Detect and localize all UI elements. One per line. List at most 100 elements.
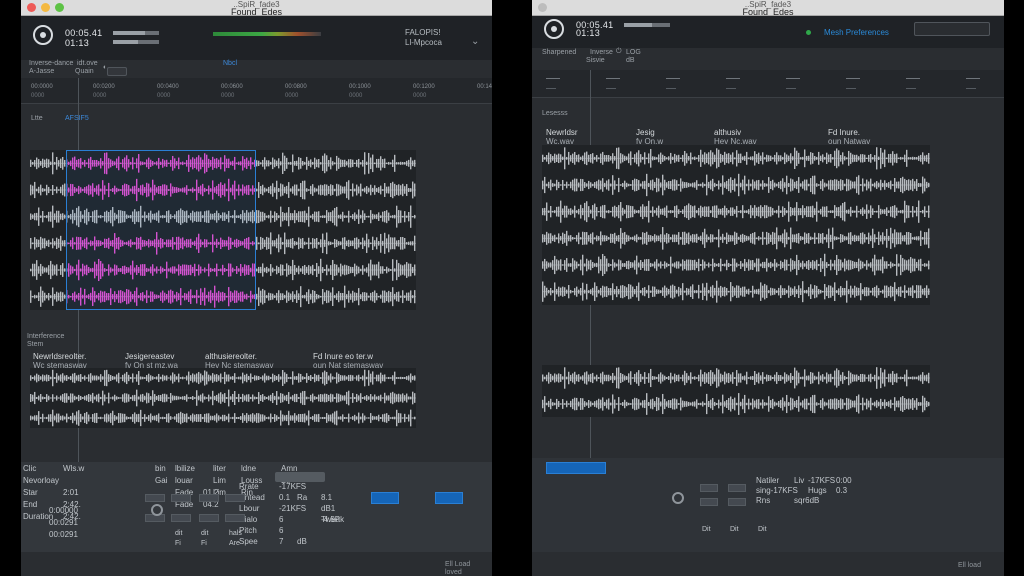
effect-button[interactable]: hals	[229, 530, 242, 537]
panel-slot-4[interactable]	[728, 498, 746, 506]
dit-button-1[interactable]: Dit	[702, 526, 711, 533]
tab-active-button[interactable]	[546, 462, 606, 474]
waveform-bar	[618, 397, 620, 411]
apply-button-2[interactable]	[435, 492, 463, 504]
panel-slot[interactable]	[199, 514, 219, 522]
dit-button-2[interactable]: Dit	[730, 526, 739, 533]
waveform-bar	[806, 289, 808, 294]
timeline-ruler-right[interactable]	[532, 70, 1004, 98]
waveform-lane-lower-right[interactable]	[542, 365, 930, 417]
waveform-bar	[376, 187, 378, 193]
waveform-lane-upper-right[interactable]	[542, 145, 930, 305]
track-name[interactable]: Newrldsreolter.	[33, 352, 86, 361]
waveform-bar	[192, 396, 194, 400]
waveform-bar	[330, 241, 332, 245]
selection-region[interactable]	[66, 150, 256, 310]
control-label-1[interactable]: Inverse-dance	[29, 60, 73, 67]
panel-slot[interactable]	[171, 494, 191, 502]
panel-slot[interactable]	[145, 494, 165, 502]
waveform-bar	[342, 293, 344, 301]
panel-slot-3[interactable]	[700, 498, 718, 506]
waveform-bar	[352, 266, 354, 274]
waveform-bar	[654, 261, 656, 269]
track-name-right[interactable]: Jesig	[636, 128, 655, 137]
waveform-bar	[280, 293, 282, 301]
highlight-label[interactable]: Nbcl	[223, 60, 237, 67]
track-name[interactable]: althusiereolter.	[205, 352, 257, 361]
waveform-bar	[728, 290, 730, 293]
waveform-bar	[266, 215, 268, 218]
waveform-bar	[204, 413, 206, 423]
waveform-bar	[284, 269, 286, 271]
waveform-lane-lower[interactable]	[30, 368, 416, 428]
waveform-bar	[320, 377, 322, 379]
waveform-lane-upper[interactable]	[30, 150, 416, 310]
waveform-bar	[774, 210, 776, 213]
waveform-bar	[840, 205, 842, 218]
waveform-bar	[622, 285, 624, 299]
waveform-bar	[140, 394, 142, 402]
effect-button[interactable]: Are	[229, 540, 240, 547]
panel-slot[interactable]	[225, 494, 245, 502]
control-label-4[interactable]: Quain	[75, 68, 94, 75]
effect-button[interactable]: dit	[201, 530, 208, 537]
track-name-right[interactable]: althusiv	[714, 128, 741, 137]
panel-slot-1[interactable]	[700, 484, 718, 492]
waveform-bar	[304, 294, 306, 299]
mode-pill[interactable]	[107, 67, 127, 76]
waveform-bar	[398, 240, 400, 247]
effect-button[interactable]: dit	[175, 530, 182, 537]
track-name[interactable]: Jesigereastev	[125, 352, 174, 361]
waveform-bar	[284, 186, 286, 194]
power-icon[interactable]: ⏻	[616, 48, 622, 56]
clip-field-time: 00:0291	[49, 518, 78, 527]
waveform-bar	[668, 263, 670, 267]
dit-button-3[interactable]: Dit	[758, 526, 767, 533]
effect-tab-group[interactable]	[275, 472, 325, 482]
control-label-3[interactable]: A-Jasse	[29, 68, 54, 75]
control-label-right-3[interactable]: LOG	[626, 49, 641, 56]
waveform-bar	[374, 185, 376, 195]
control-label-2[interactable]: idt.ove	[77, 60, 98, 67]
waveform-bar	[320, 239, 322, 248]
waveform-bar	[682, 259, 684, 271]
chevron-down-icon[interactable]: ⌄	[471, 36, 479, 47]
waveform-bar	[392, 259, 394, 281]
panel-slot[interactable]	[171, 514, 191, 522]
apply-button-1[interactable]	[371, 492, 399, 504]
waveform-bar	[42, 266, 44, 274]
waveform-bar	[858, 375, 860, 381]
waveform-bar	[778, 181, 780, 189]
control-label-right-5[interactable]: dB	[626, 57, 635, 64]
timeline-ruler[interactable]: 00:0000 00:0200 00:0400 00:0600 00:0800 00:10…	[21, 78, 492, 104]
waveform-bar	[560, 154, 562, 163]
panel-slot[interactable]	[199, 494, 219, 502]
panel-slot-2[interactable]	[728, 484, 746, 492]
preferences-link[interactable]: Mesh Preferences	[824, 28, 889, 37]
waveform-bar	[306, 213, 308, 221]
track-name-right[interactable]: Fd Inure.	[828, 128, 860, 137]
waveform-bar	[872, 287, 874, 296]
waveform-bar	[368, 417, 370, 419]
waveform-bar	[826, 287, 828, 297]
control-label-right-4[interactable]: Sisvie	[586, 57, 605, 64]
waveform-bar	[368, 370, 370, 386]
track-name[interactable]: Fd Inure eo ter.w	[313, 352, 373, 361]
effect-button[interactable]: Fi	[201, 540, 207, 547]
panel-slot[interactable]	[225, 514, 245, 522]
search-field[interactable]	[914, 22, 990, 36]
control-label-right-2[interactable]: Inverse	[590, 49, 613, 56]
gain-knob[interactable]	[151, 504, 163, 516]
waveform-bar	[304, 180, 306, 200]
app-logo-icon[interactable]	[33, 25, 53, 45]
waveform-bar	[352, 214, 354, 220]
waveform-bar	[772, 179, 774, 191]
waveform-bar	[584, 263, 586, 267]
effect-button[interactable]: Fi	[175, 540, 181, 547]
waveform-bar	[356, 416, 358, 420]
control-label-right-1[interactable]: Sharpened	[542, 49, 576, 56]
gain-knob-right[interactable]	[672, 492, 684, 504]
waveform-bar	[870, 153, 872, 163]
app-logo-icon-right[interactable]	[544, 19, 564, 39]
track-name-right[interactable]: Newrldsr	[546, 128, 578, 137]
